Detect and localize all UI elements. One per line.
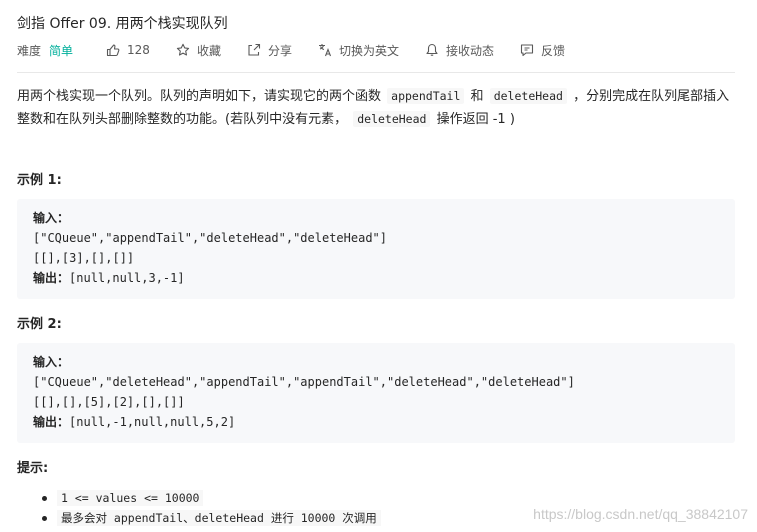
example-input-line: [[],[3],[],[]]	[33, 251, 135, 265]
subscribe-label: 接收动态	[445, 43, 494, 58]
like-button[interactable]: 128	[106, 43, 150, 57]
problem-title: 剑指 Offer 09. 用两个栈实现队列	[17, 16, 228, 32]
translate-button[interactable]: 切换为英文	[318, 42, 399, 59]
watermark: https://blog.csdn.net/qq_38842107	[533, 506, 748, 522]
translate-label: 切换为英文	[338, 43, 399, 58]
difficulty-badge: 简单	[49, 43, 74, 58]
example-input-line: [[],[],[5],[2],[],[]]	[33, 395, 185, 409]
problem-meta-bar: 难度 简单 128 收藏 分享 切换为英文 接收动态 反馈	[17, 41, 565, 59]
input-label: 输入：	[33, 211, 70, 225]
output-label: 输出：	[33, 415, 70, 429]
subscribe-button[interactable]: 接收动态	[425, 42, 494, 59]
list-item: 最多会对 appendTail、deleteHead 进行 10000 次调用	[17, 508, 381, 528]
example-output: [null,null,3,-1]	[69, 271, 185, 285]
example-2-code-block: 输入： ["CQueue","deleteHead","appendTail",…	[17, 343, 735, 443]
translate-icon	[318, 43, 332, 57]
inline-code-deletehead: deleteHead	[489, 88, 567, 104]
list-item: 1 <= values <= 10000	[17, 488, 381, 508]
like-count: 128	[127, 43, 150, 57]
inline-code-deletehead: deleteHead	[353, 111, 431, 127]
example-input-line: ["CQueue","deleteHead","appendTail","app…	[33, 375, 575, 389]
feedback-icon	[520, 43, 534, 57]
bell-icon	[425, 43, 439, 57]
share-button[interactable]: 分享	[247, 42, 292, 59]
share-label: 分享	[267, 43, 292, 58]
difficulty-label: 难度	[17, 43, 42, 58]
feedback-button[interactable]: 反馈	[520, 42, 565, 59]
divider	[17, 72, 735, 73]
example-input-line: ["CQueue","appendTail","deleteHead","del…	[33, 231, 388, 245]
favorite-button[interactable]: 收藏	[176, 42, 221, 59]
tip-text: 最多会对 appendTail、deleteHead 进行 10000 次调用	[57, 510, 381, 526]
output-label: 输出：	[33, 271, 70, 285]
tips-list: 1 <= values <= 10000 最多会对 appendTail、del…	[17, 488, 381, 528]
share-icon	[247, 43, 261, 57]
favorite-label: 收藏	[196, 43, 221, 58]
example-output: [null,-1,null,null,5,2]	[69, 415, 236, 429]
feedback-label: 反馈	[541, 43, 566, 58]
tip-text: 1 <= values <= 10000	[57, 490, 204, 506]
input-label: 输入：	[33, 355, 70, 369]
tips-heading: 提示:	[17, 461, 49, 476]
description-text: 用两个栈实现一个队列。队列的声明如下，请实现它的两个函数	[17, 89, 382, 104]
example-1-code-block: 输入： ["CQueue","appendTail","deleteHead",…	[17, 199, 735, 299]
star-icon	[176, 43, 190, 57]
description-text: 操作返回 -1 )	[436, 112, 515, 127]
inline-code-appendtail: appendTail	[387, 88, 465, 104]
problem-description: 用两个栈实现一个队列。队列的声明如下，请实现它的两个函数 appendTail …	[17, 85, 741, 131]
example-1-heading: 示例 1:	[17, 173, 62, 188]
example-2-heading: 示例 2:	[17, 317, 62, 332]
description-text: 和	[470, 89, 484, 104]
thumbs-up-icon	[106, 43, 120, 57]
